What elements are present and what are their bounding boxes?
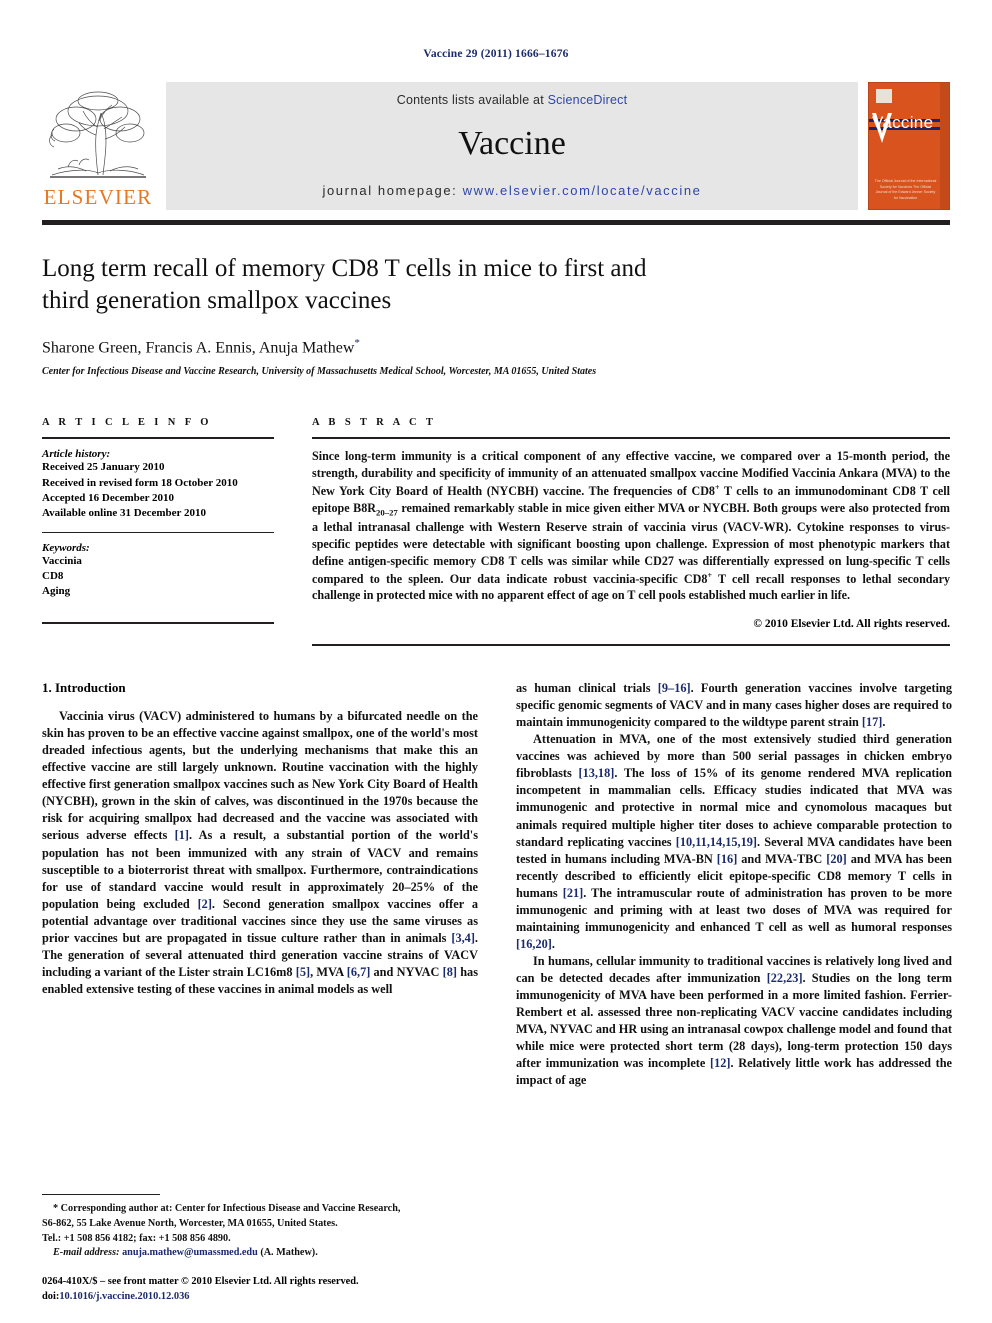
footnote-email-line: E-mail address: anuja.mathew@umassmed.ed… bbox=[42, 1246, 478, 1261]
article-info-rule-bottom bbox=[42, 621, 274, 624]
keywords-block: Keywords: Vaccinia CD8 Aging bbox=[42, 542, 274, 600]
page-title: Long term recall of memory CD8 T cells i… bbox=[42, 255, 647, 314]
article-info-rule-top bbox=[42, 437, 274, 440]
elsevier-wordmark: ELSEVIER bbox=[43, 185, 153, 209]
cover-v-mark-icon bbox=[872, 113, 892, 143]
journal-homepage-line: journal homepage: www.elsevier.com/locat… bbox=[322, 183, 701, 198]
citation-link[interactable]: [8] bbox=[443, 965, 457, 979]
citation-link[interactable]: [17] bbox=[862, 715, 883, 729]
imprint-block: 0264-410X/$ – see front matter © 2010 El… bbox=[42, 1274, 502, 1305]
abstract-label: A B S T R A C T bbox=[312, 417, 437, 429]
email-link[interactable]: anuja.mathew@umassmed.edu bbox=[122, 1247, 258, 1258]
citation-link[interactable]: [16,20] bbox=[516, 937, 552, 951]
citation-link[interactable]: [1] bbox=[175, 828, 189, 842]
history-item: Accepted 16 December 2010 bbox=[42, 491, 175, 504]
keyword-item: Vaccinia bbox=[42, 555, 82, 568]
author-names: Sharone Green, Francis A. Ennis, Anuja M… bbox=[42, 339, 355, 357]
info-abstract-row: A R T I C L E I N F O Article history: R… bbox=[42, 417, 950, 654]
citation-link[interactable]: [9–16] bbox=[658, 681, 691, 695]
corresponding-author-footnote: * Corresponding author at: Center for In… bbox=[42, 1194, 478, 1261]
article-info-rule-mid bbox=[42, 532, 274, 534]
journal-title: Vaccine bbox=[458, 125, 566, 162]
abstract-column: A B S T R A C T Since long-term immunity… bbox=[312, 417, 950, 654]
paragraph-text: and MVA-TBC bbox=[737, 851, 827, 866]
elsevier-logo: ELSEVIER bbox=[42, 82, 154, 210]
body-left-column: 1. Introduction Vaccinia virus (VACV) ad… bbox=[42, 680, 478, 1088]
journal-masthead: ELSEVIER Contents lists available at Sci… bbox=[42, 82, 950, 210]
doi-line: doi:10.1016/j.vaccine.2010.12.036 bbox=[42, 1289, 502, 1305]
paragraph-text: as human clinical trials bbox=[516, 681, 658, 696]
contents-prefix: Contents lists available at bbox=[396, 93, 544, 107]
citation-link[interactable]: [13,18] bbox=[578, 766, 614, 780]
footnote-line: Tel.: +1 508 856 4182; fax: +1 508 856 4… bbox=[42, 1232, 231, 1244]
title-block: Long term recall of memory CD8 T cells i… bbox=[42, 225, 950, 377]
citation-link[interactable]: [10,11,14,15,19] bbox=[676, 835, 757, 849]
section-heading-introduction: 1. Introduction bbox=[42, 680, 126, 696]
paragraph: Attenuation in MVA, one of the most exte… bbox=[516, 731, 952, 952]
footnote-line: * Corresponding author at: Center for In… bbox=[53, 1203, 401, 1215]
keywords-heading: Keywords: bbox=[42, 542, 90, 555]
article-info-label: A R T I C L E I N F O bbox=[42, 417, 212, 429]
citation-link[interactable]: [3,4] bbox=[451, 931, 475, 945]
paragraph-text: . bbox=[882, 715, 886, 730]
paragraph: Vaccinia virus (VACV) administered to hu… bbox=[42, 708, 478, 997]
paragraph: In humans, cellular immunity to traditio… bbox=[516, 953, 952, 1089]
paper-page: Vaccine 29 (2011) 1666–1676 ELSEVIER Con… bbox=[0, 0, 992, 1323]
citation-link[interactable]: [21] bbox=[563, 886, 584, 900]
homepage-label: journal homepage: bbox=[322, 183, 458, 198]
abstract-sub-1: 20–27 bbox=[376, 507, 398, 518]
citation-link[interactable]: [16] bbox=[717, 852, 738, 866]
footnote-rule bbox=[42, 1194, 160, 1196]
paragraph-text: Vaccinia virus (VACV) administered to hu… bbox=[42, 709, 478, 843]
abstract-copyright: © 2010 Elsevier Ltd. All rights reserved… bbox=[753, 618, 950, 631]
issn-front-matter-line: 0264-410X/$ – see front matter © 2010 El… bbox=[42, 1275, 359, 1287]
paragraph-text: and NYVAC bbox=[370, 964, 443, 979]
footnote-line: S6-862, 55 Lake Avenue North, Worcester,… bbox=[42, 1217, 338, 1229]
keyword-item: Aging bbox=[42, 585, 71, 598]
citation-link[interactable]: [6,7] bbox=[347, 965, 371, 979]
corresponding-author-marker: * bbox=[354, 337, 360, 349]
affiliation: Center for Infectious Disease and Vaccin… bbox=[42, 366, 597, 378]
running-head: Vaccine 29 (2011) 1666–1676 bbox=[423, 48, 569, 60]
keyword-item: CD8 bbox=[42, 570, 64, 583]
paragraph: as human clinical trials [9–16]. Fourth … bbox=[516, 680, 952, 731]
homepage-url-link[interactable]: www.elsevier.com/locate/vaccine bbox=[463, 183, 702, 198]
article-history-heading: Article history: bbox=[42, 448, 111, 461]
journal-banner: Contents lists available at ScienceDirec… bbox=[166, 82, 858, 210]
abstract-text: Since long-term immunity is a critical c… bbox=[312, 448, 950, 604]
citation-link[interactable]: [12] bbox=[710, 1056, 731, 1070]
sciencedirect-link[interactable]: ScienceDirect bbox=[548, 93, 628, 107]
email-label: E-mail address: bbox=[53, 1247, 120, 1259]
doi-prefix: doi: bbox=[42, 1291, 60, 1303]
journal-cover-thumbnail: Vaccine The Official Journal of the Inte… bbox=[868, 82, 950, 210]
abstract-rule-top bbox=[312, 437, 950, 440]
paragraph-text: , MVA bbox=[310, 964, 347, 979]
abstract-rule-bottom bbox=[312, 644, 950, 647]
citation-link[interactable]: [22,23] bbox=[767, 971, 803, 985]
cover-barcode-box bbox=[876, 89, 892, 103]
email-suffix: (A. Mathew). bbox=[260, 1247, 318, 1259]
history-item: Received 25 January 2010 bbox=[42, 461, 165, 474]
contents-available-line: Contents lists available at ScienceDirec… bbox=[397, 93, 628, 107]
history-item: Available online 31 December 2010 bbox=[42, 506, 206, 519]
body-columns: 1. Introduction Vaccinia virus (VACV) ad… bbox=[42, 680, 952, 1088]
doi-link[interactable]: 10.1016/j.vaccine.2010.12.036 bbox=[59, 1291, 189, 1302]
citation-link[interactable]: [20] bbox=[826, 852, 847, 866]
history-item: Received in revised form 18 October 2010 bbox=[42, 476, 238, 489]
citation-link[interactable]: [2] bbox=[198, 897, 212, 911]
cover-footer-text: The Official Journal of the Internationa… bbox=[874, 179, 937, 200]
article-info-column: A R T I C L E I N F O Article history: R… bbox=[42, 417, 274, 654]
elsevier-tree-icon bbox=[49, 91, 146, 178]
citation-link[interactable]: [5] bbox=[296, 965, 310, 979]
body-right-column: as human clinical trials [9–16]. Fourth … bbox=[516, 680, 952, 1088]
author-list: Sharone Green, Francis A. Ennis, Anuja M… bbox=[42, 337, 950, 357]
cover-spine-strip bbox=[940, 83, 949, 209]
paragraph-text: . bbox=[551, 936, 555, 951]
